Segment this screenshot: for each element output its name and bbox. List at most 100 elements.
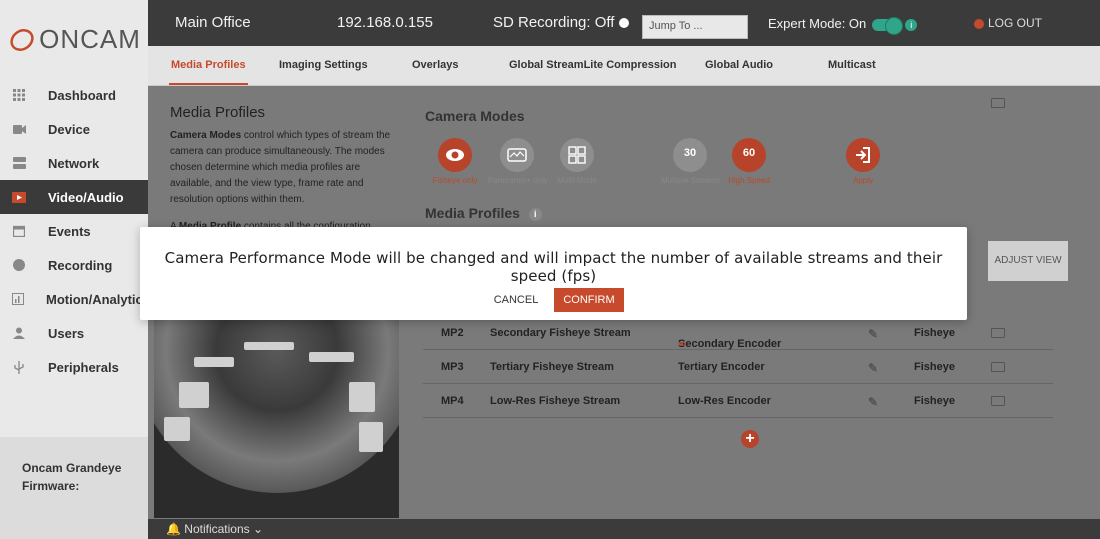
table-row: MP3 Tertiary Fisheye Stream Tertiary Enc… [423, 350, 1053, 384]
media-profiles-heading: Media Profiles i [425, 205, 542, 221]
expert-mode-toggle[interactable] [872, 16, 904, 35]
power-icon [974, 18, 984, 29]
sidebar-item-recording[interactable]: Recording [0, 248, 148, 282]
tab-overlays[interactable]: Overlays [412, 59, 458, 71]
oncam-logo[interactable]: ONCAM [0, 0, 148, 78]
mode-label: Fisheye only [432, 176, 478, 185]
adjust-view-header: ADJUST VIEW [988, 241, 1068, 281]
sd-recording-status: SD Recording: Off [493, 14, 630, 31]
mode-label: Multiple Streams [661, 176, 721, 185]
adjust-view-icon[interactable] [991, 328, 1005, 338]
bell-icon: 🔔 [166, 522, 181, 536]
sidebar-item-label: Recording [48, 257, 113, 273]
sidebar-item-label: Events [48, 223, 91, 239]
edit-icon[interactable]: ✎ [868, 327, 878, 341]
logo-text: ONCAM [39, 23, 141, 54]
info-icon[interactable]: i [905, 18, 918, 31]
media-profiles-title: Media Profiles [425, 205, 520, 221]
mode-multiple-streams[interactable]: 30 Multiple Streams [661, 138, 721, 185]
profile-name: Secondary Fisheye Stream [490, 327, 631, 339]
desc-text: control which types of stream the camera… [170, 130, 391, 205]
apply-button[interactable]: Apply [834, 138, 892, 185]
recording-dot-icon [619, 18, 630, 29]
sidebar-item-motion-analytics[interactable]: Motion/Analytics [0, 282, 151, 316]
fisheye-icon [438, 138, 472, 172]
video-icon [12, 190, 26, 204]
adjust-view-icon[interactable] [991, 362, 1005, 372]
usb-icon [12, 360, 26, 374]
adjust-view-icon[interactable] [991, 396, 1005, 406]
notifications-bar[interactable]: 🔔 Notifications ⌄ [148, 519, 1100, 539]
fisheye-image [154, 319, 399, 493]
top-bar: Main Office 192.168.0.155 SD Recording: … [148, 0, 1100, 46]
tab-bar: Media Profiles Imaging Settings Overlays… [148, 46, 1100, 86]
sidebar-item-label: Dashboard [48, 87, 116, 103]
sidebar-item-device[interactable]: Device [0, 112, 148, 146]
mode-fisheye-only[interactable]: Fisheye only [426, 138, 484, 185]
view-type: Fisheye [914, 395, 955, 407]
camera-icon [12, 122, 26, 136]
mode-multi-mode[interactable]: Multi-Mode [548, 138, 606, 185]
sidebar-item-network[interactable]: Network [0, 146, 148, 180]
tab-multicast[interactable]: Multicast [828, 59, 876, 71]
edit-icon[interactable]: ✎ [868, 395, 878, 409]
expert-mode: Expert Mode: On i [768, 16, 918, 35]
sidebar-item-label: Network [48, 155, 100, 171]
desc-bold: Camera Modes [170, 130, 242, 141]
logout-button[interactable]: LOG OUT [974, 16, 1042, 30]
grid-icon [12, 88, 26, 102]
adjust-view-icon[interactable] [991, 98, 1005, 108]
view-type: Fisheye [914, 327, 955, 339]
camera-preview [154, 319, 399, 518]
chart-icon [12, 292, 24, 306]
firmware-label: Firmware: [22, 479, 80, 493]
mode-high-speed[interactable]: 60 High Speed [720, 138, 778, 185]
sidebar-item-video-audio[interactable]: Video/Audio [0, 180, 148, 214]
fps-60-icon: 60 [732, 138, 766, 172]
edit-icon[interactable]: ✎ [868, 361, 878, 375]
camera-modes-heading: Camera Modes [425, 108, 525, 124]
profile-id: MP2 [441, 327, 464, 339]
tab-global-streamlite-compression[interactable]: Global StreamLite Compression [509, 59, 676, 71]
profile-id: MP4 [441, 395, 464, 407]
link-icon[interactable]: ∞ [678, 338, 686, 350]
sidebar-item-label: Device [48, 121, 90, 137]
mode-panoramic-only[interactable]: Panoramic+ only [488, 138, 548, 185]
sidebar-item-label: Users [48, 325, 85, 341]
apply-icon [846, 138, 880, 172]
profile-id: MP3 [441, 361, 464, 373]
ip-address: 192.168.0.155 [337, 14, 433, 31]
mode-label: High Speed [728, 176, 770, 185]
sidebar-item-dashboard[interactable]: Dashboard [0, 78, 148, 112]
sidebar-item-peripherals[interactable]: Peripherals [0, 350, 148, 384]
mode-label: Multi-Mode [557, 176, 597, 185]
encoder-name: Tertiary Encoder [678, 361, 765, 373]
sidebar: ONCAM Dashboard Device Network Video/Aud… [0, 0, 151, 539]
jump-to-input[interactable]: Jump To ... [642, 15, 748, 39]
info-icon[interactable]: i [528, 207, 542, 221]
tab-global-audio[interactable]: Global Audio [705, 59, 773, 71]
tab-media-profiles[interactable]: Media Profiles [169, 59, 248, 85]
cancel-button[interactable]: CANCEL [483, 288, 549, 312]
network-icon [12, 156, 26, 170]
page-title: Media Profiles [170, 104, 266, 121]
table-row: MP2 Secondary Fisheye Stream Secondary E… [423, 316, 1053, 350]
record-icon [12, 258, 26, 272]
fps-30-icon: 30 [673, 138, 707, 172]
sidebar-item-users[interactable]: Users [0, 316, 148, 350]
sd-recording-label: SD Recording: Off [493, 14, 615, 31]
tab-imaging-settings[interactable]: Imaging Settings [279, 59, 368, 71]
product-name: Oncam Grandeye [22, 461, 122, 475]
confirm-button[interactable]: CONFIRM [554, 288, 624, 312]
add-profile-button[interactable]: + [741, 430, 759, 448]
table-row: MP4 Low-Res Fisheye Stream Low-Res Encod… [423, 384, 1053, 418]
panoramic-icon [500, 138, 534, 172]
calendar-icon [12, 224, 26, 238]
device-info: Oncam Grandeye Firmware: [0, 437, 148, 539]
mode-label: Apply [852, 176, 873, 185]
sidebar-item-events[interactable]: Events [0, 214, 148, 248]
multi-mode-icon [560, 138, 594, 172]
fps-badge: 30 [683, 147, 697, 159]
profile-name: Low-Res Fisheye Stream [490, 395, 621, 407]
sidebar-item-label: Motion/Analytics [46, 291, 151, 307]
